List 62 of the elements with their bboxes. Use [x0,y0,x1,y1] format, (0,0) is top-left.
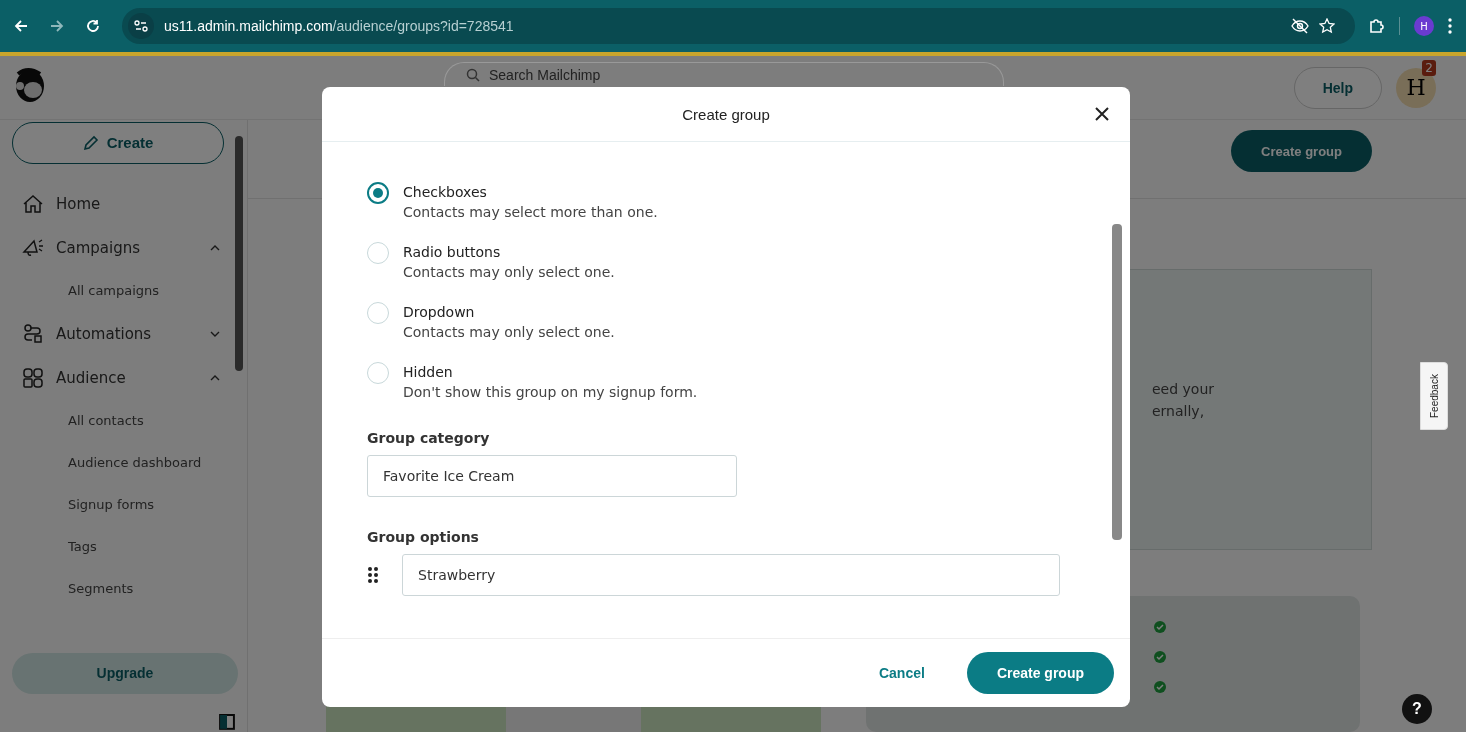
nav-subitem[interactable]: All campaigns [12,269,224,312]
eye-slash-icon[interactable] [1291,18,1309,34]
workflow-icon [22,323,44,344]
home-icon [22,193,44,214]
card-text: ernally, [1152,402,1206,419]
field-label: Group options [367,529,479,545]
nav-item[interactable]: Home [12,181,224,226]
card-text: eed your [1152,380,1215,397]
help-fab[interactable]: ? [1402,694,1432,724]
feedback-tab[interactable]: Feedback [1420,362,1448,430]
panel-toggle-icon[interactable] [219,714,235,730]
create-group-button[interactable]: Create group [1231,130,1372,172]
megaphone-icon [22,237,44,258]
field-label: Group category [367,430,490,446]
menu-icon[interactable] [1448,18,1452,34]
star-icon[interactable] [1319,18,1335,34]
notification-badge: 2 [1422,60,1436,76]
option-description: Contacts may only select one. [403,324,615,340]
nav-subitem[interactable]: Audience dashboard [12,441,224,484]
create-button[interactable]: Create [12,122,224,164]
group-option-field[interactable]: Strawberry [402,554,1060,596]
option-label: Checkboxes [403,184,488,200]
nav-subitem[interactable]: Tags [12,525,224,568]
nav-item[interactable]: Campaigns [12,225,224,270]
chevron-up-icon[interactable] [210,244,220,251]
address-bar[interactable]: us11.admin.mailchimp.com/audience/groups?id=728541 [122,8,1355,44]
option-description: Don't show this group on my signup form. [403,384,698,400]
search-field[interactable]: Search Mailchimp [444,62,1004,86]
nav-subitem[interactable]: Segments [12,567,224,610]
help-button[interactable]: Help [1293,66,1382,109]
nav-item[interactable]: Audience [12,355,224,400]
forward-icon[interactable] [50,19,64,33]
option-label: Dropdown [403,304,476,320]
checkmark-icon [1154,651,1166,664]
nav-subitem[interactable]: Signup forms [12,483,224,526]
url-text: us11.admin.mailchimp.com/audience/groups?id=728541 [164,18,514,34]
reload-icon[interactable] [86,19,100,33]
people-icon [22,367,44,388]
cancel-button[interactable]: Cancel [872,664,931,682]
nav-item[interactable]: Automations [12,311,224,356]
back-icon[interactable] [14,19,28,33]
close-icon[interactable] [1094,106,1110,122]
extensions-icon[interactable] [1369,18,1385,34]
search-icon [466,68,480,82]
checkmark-icon [1154,681,1166,694]
create-group-submit-button[interactable]: Create group [966,652,1114,694]
profile-avatar[interactable]: H [1414,16,1434,36]
chevron-up-icon[interactable] [210,374,220,381]
checkmark-icon [1154,621,1166,634]
group-category-field[interactable]: Favorite Ice Cream [367,455,737,497]
upgrade-button[interactable]: Upgrade [12,652,238,695]
option-description: Contacts may only select one. [403,264,615,280]
drag-handle-icon[interactable] [367,566,379,584]
chevron-down-icon[interactable] [210,330,220,337]
site-settings-icon[interactable] [128,13,154,39]
nav-subitem[interactable]: All contacts [12,399,224,442]
option-description: Contacts may select more than one. [403,204,658,220]
radio-button[interactable] [367,182,389,204]
option-label: Radio buttons [403,244,502,260]
pencil-icon [82,134,99,151]
dialog-title: Create group [682,105,770,123]
option-label: Hidden [403,364,454,380]
